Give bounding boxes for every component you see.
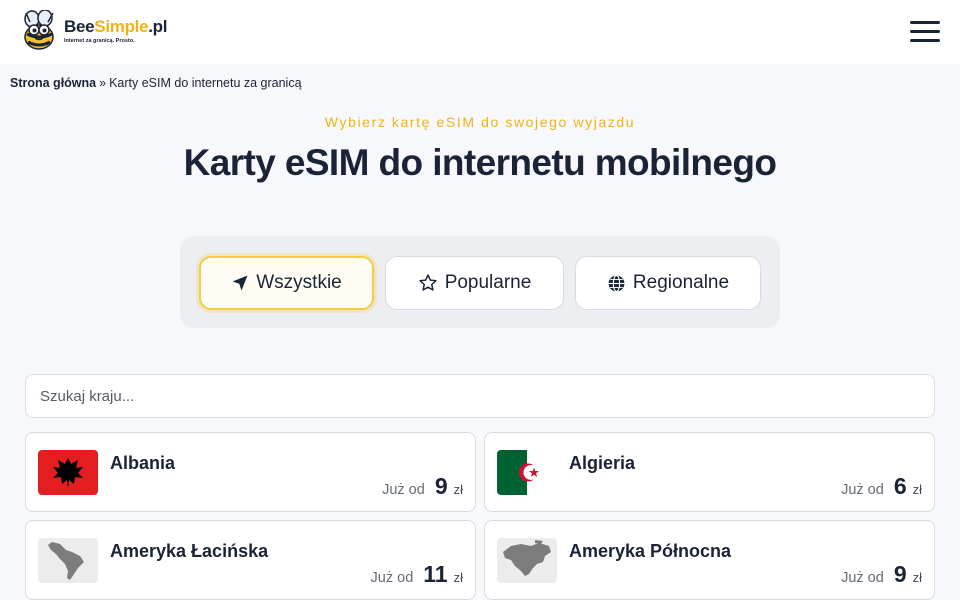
country-name: Albania (110, 453, 176, 473)
price-from-label: Już od (841, 482, 884, 498)
price: Już od 9 zł (841, 561, 922, 588)
price-amount: 9 (893, 561, 907, 587)
price: Już od 9 zł (382, 473, 463, 500)
filter-tab-label: Wszystkie (256, 272, 342, 293)
price-from-label: Już od (841, 570, 884, 586)
breadcrumb-current: Karty eSIM do internetu za granicą (109, 76, 302, 90)
country-card-albania[interactable]: Albania Już od 9 zł (25, 432, 476, 512)
breadcrumb: Strona główna» Karty eSIM do internetu za… (10, 76, 302, 90)
country-card-algeria[interactable]: Algieria Już od 6 zł (484, 432, 935, 512)
price-from-label: Już od (382, 482, 425, 498)
price-currency: zł (453, 570, 463, 585)
north-america-map (497, 538, 557, 583)
hamburger-icon[interactable] (910, 21, 940, 42)
price-currency: zł (453, 482, 463, 497)
logo-name: BeeSimple.pl (64, 16, 168, 36)
page-subtitle: Wybierz kartę eSIM do swojego wyjazdu (324, 114, 636, 130)
albania-flag (38, 450, 98, 495)
globe-icon (608, 274, 625, 292)
country-card-north-america[interactable]: Ameryka Północna Już od 9 zł (484, 520, 935, 600)
country-name: Ameryka Północna (569, 541, 732, 561)
logo-text: BeeSimple.pl Internet za granicą. Prosto… (64, 16, 168, 45)
top-bar: BeeSimple.pl Internet za granicą. Prosto… (0, 0, 960, 64)
price-from-label: Już od (370, 570, 414, 586)
country-card-latin-america[interactable]: Ameryka Łacińska Już od 11 zł (25, 520, 476, 600)
logo-tagline: Internet za granicą. Prosto. (64, 37, 135, 44)
price-amount: 9 (434, 473, 448, 499)
latin-america-map (38, 538, 98, 583)
logo[interactable]: BeeSimple.pl Internet za granicą. Prosto… (20, 10, 167, 52)
price-currency: zł (912, 570, 922, 585)
page-title: Karty eSIM do internetu mobilnego (183, 142, 777, 183)
filter-tab-regional[interactable]: Regionalne (575, 256, 761, 310)
country-name: Algieria (569, 453, 636, 473)
algeria-flag (497, 450, 557, 495)
breadcrumb-separator: » (99, 76, 107, 90)
location-arrow-icon (232, 275, 248, 291)
filter-tab-label: Popularne (444, 272, 532, 293)
price: Już od 6 zł (841, 473, 922, 500)
filter-tab-popular[interactable]: Popularne (385, 256, 564, 310)
country-name: Ameryka Łacińska (110, 541, 269, 561)
star-icon (419, 274, 437, 291)
breadcrumb-home-link[interactable]: Strona główna (10, 76, 96, 90)
filter-tabs: Wszystkie Popularne Regionalne (180, 236, 780, 328)
country-search-input[interactable] (25, 374, 935, 418)
filter-tab-label: Regionalne (632, 272, 730, 293)
filter-tab-all[interactable]: Wszystkie (199, 256, 374, 310)
price-amount: 11 (423, 561, 448, 587)
price: Już od 11 zł (371, 561, 463, 588)
price-amount: 6 (893, 473, 907, 499)
bee-logo-icon (24, 10, 54, 50)
price-currency: zł (912, 482, 922, 497)
